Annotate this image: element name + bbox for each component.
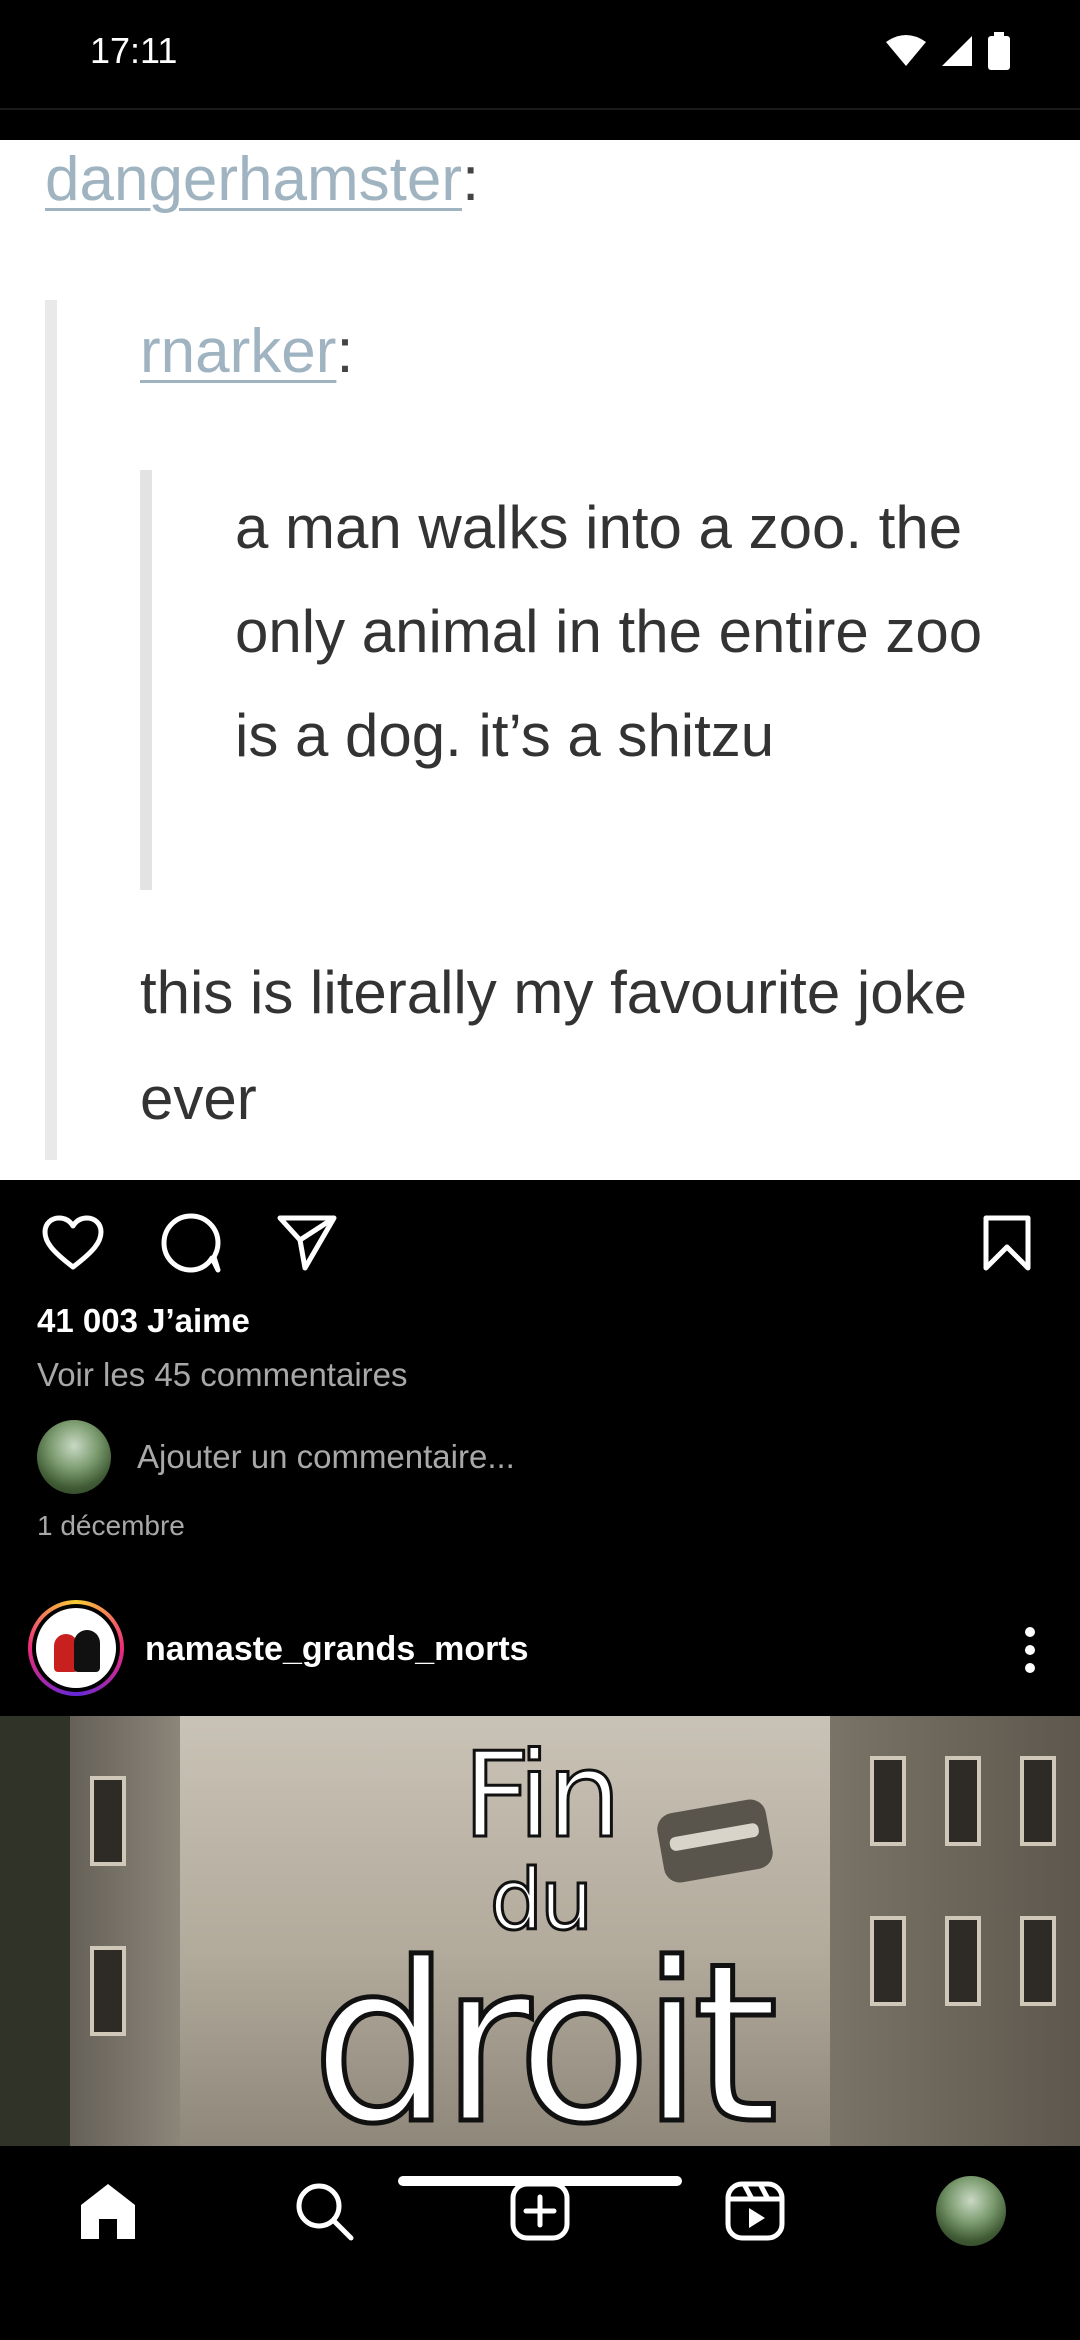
post-actions bbox=[0, 1180, 1080, 1300]
save-button[interactable] bbox=[972, 1208, 1042, 1278]
tumblr-username-2: rnarker: bbox=[140, 317, 354, 386]
heart-icon bbox=[42, 1215, 104, 1270]
nav-profile-avatar[interactable] bbox=[936, 2176, 1006, 2246]
like-button[interactable] bbox=[38, 1208, 108, 1278]
quote-bar bbox=[45, 300, 57, 1160]
image-caption-line1: Fin bbox=[461, 1726, 623, 1864]
nav-create[interactable] bbox=[505, 2176, 575, 2246]
nav-search[interactable] bbox=[289, 2176, 359, 2246]
avatar-figure-black bbox=[74, 1630, 100, 1672]
share-button[interactable] bbox=[272, 1208, 342, 1278]
post-image[interactable]: Fin du droit bbox=[0, 1716, 1080, 2146]
more-options-button[interactable] bbox=[1010, 1620, 1050, 1680]
search-icon bbox=[296, 2183, 354, 2241]
signal-icon bbox=[942, 36, 972, 66]
tumblr-username-1: dangerhamster: bbox=[45, 145, 480, 214]
view-comments-link[interactable]: Voir les 45 commentaires bbox=[37, 1356, 408, 1394]
tumblr-comment-text: this is literally my favourite joke ever bbox=[140, 959, 967, 1132]
add-comment-input[interactable]: Ajouter un commentaire... bbox=[137, 1438, 515, 1476]
joke-text: a man walks into a zoo. the only animal … bbox=[235, 494, 983, 769]
quote-bar bbox=[140, 470, 152, 890]
more-vertical-icon bbox=[1025, 1627, 1035, 1673]
reels-icon bbox=[725, 2181, 785, 2241]
comment-button[interactable] bbox=[156, 1208, 226, 1278]
battery-icon bbox=[988, 32, 1010, 70]
status-time: 17:11 bbox=[90, 30, 178, 71]
avatar bbox=[36, 1608, 116, 1688]
status-bar: 17:11 bbox=[0, 0, 1080, 108]
post-image[interactable]: dangerhamster: rnarker: a man walks into… bbox=[0, 140, 1080, 1180]
post-header: namaste_grands_morts bbox=[0, 1600, 1080, 1714]
comment-icon bbox=[161, 1213, 221, 1273]
avatar bbox=[37, 1420, 111, 1494]
likes-count[interactable]: 41 003 J’aime bbox=[37, 1302, 250, 1340]
home-indicator[interactable] bbox=[398, 2176, 682, 2186]
avatar-border bbox=[32, 1604, 120, 1692]
nav-home[interactable] bbox=[73, 2176, 143, 2246]
home-icon bbox=[81, 2184, 135, 2239]
divider bbox=[0, 108, 1080, 110]
share-icon bbox=[277, 1215, 337, 1271]
post-username[interactable]: namaste_grands_morts bbox=[145, 1630, 529, 1669]
image-caption-line3: droit bbox=[309, 1916, 781, 2147]
post-date: 1 décembre bbox=[37, 1510, 185, 1541]
nav-reels[interactable] bbox=[720, 2176, 790, 2246]
story-ring-avatar[interactable] bbox=[28, 1600, 124, 1696]
create-icon bbox=[510, 2181, 570, 2241]
wifi-icon bbox=[886, 35, 926, 66]
add-comment-row[interactable]: Ajouter un commentaire... bbox=[37, 1420, 1037, 1494]
bookmark-icon bbox=[983, 1215, 1031, 1271]
status-icons bbox=[886, 32, 1010, 70]
